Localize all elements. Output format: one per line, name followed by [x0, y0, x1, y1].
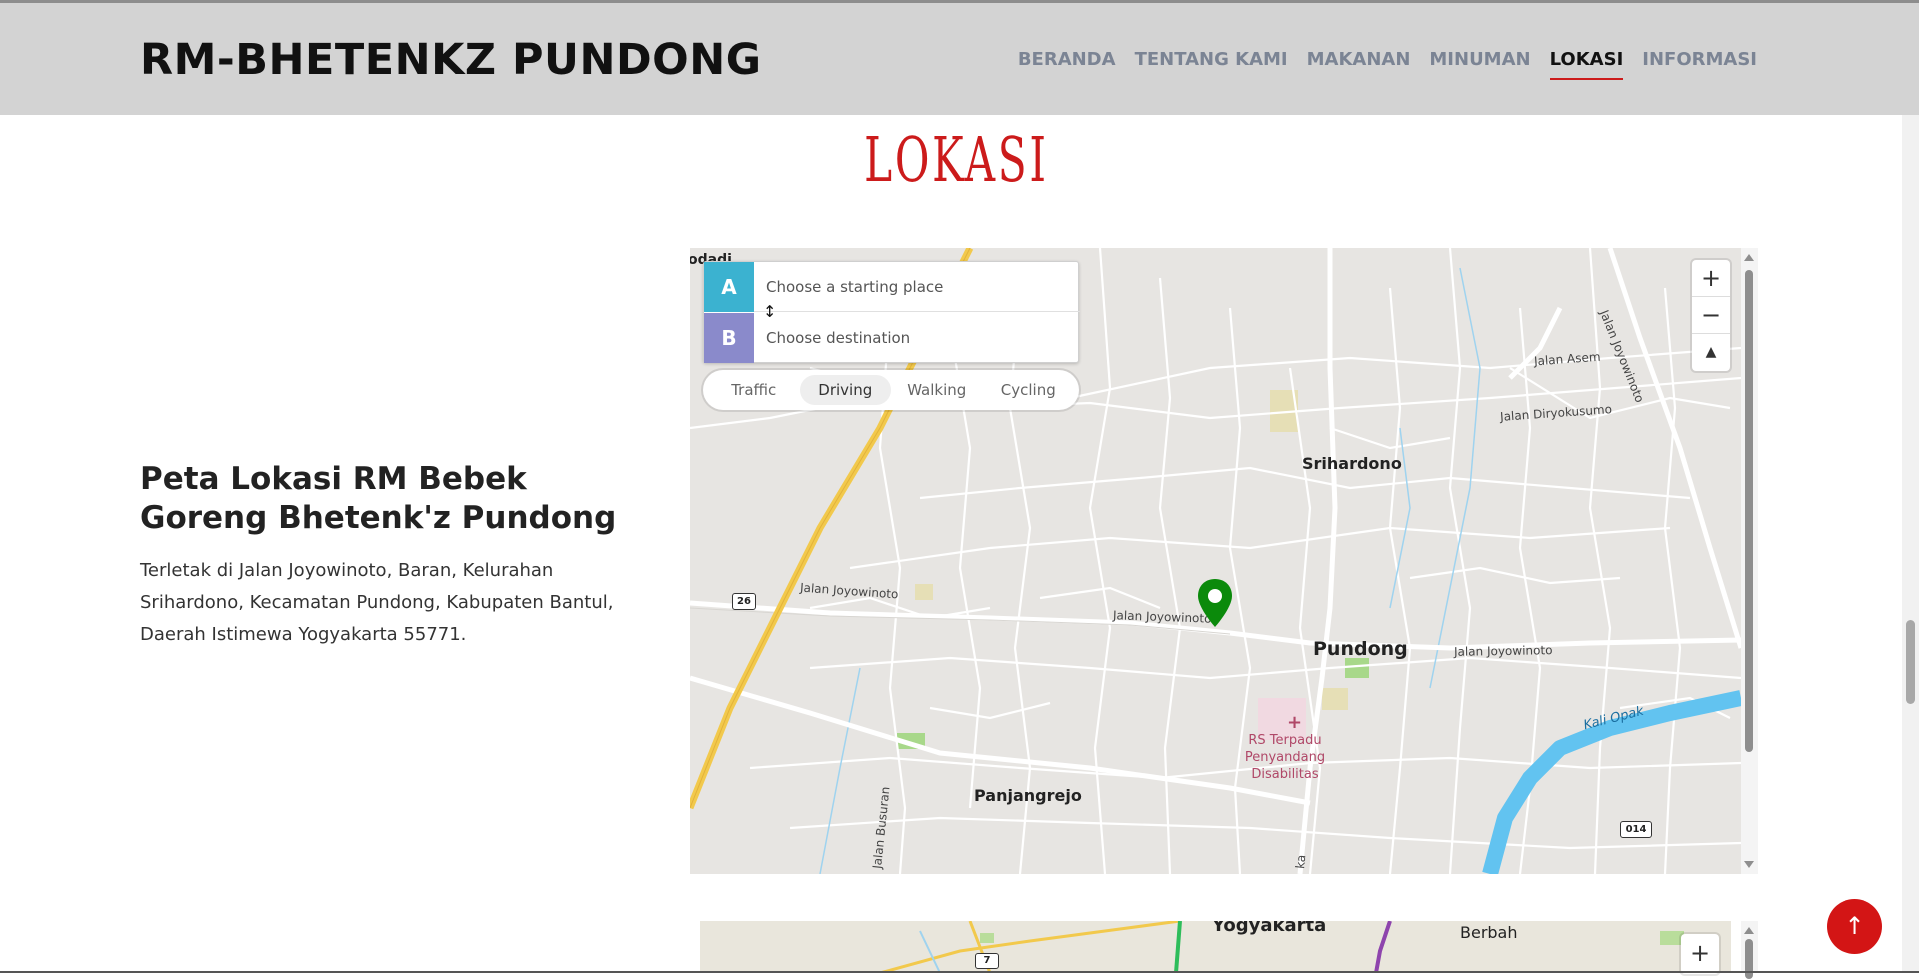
travel-mode-bar: Traffic Driving Walking Cycling — [703, 370, 1079, 410]
page-scrollbar[interactable] — [1902, 115, 1919, 973]
map-scrollbar[interactable] — [1741, 248, 1758, 874]
region-map-label-town: Berbah — [1460, 923, 1518, 942]
region-map[interactable]: Yogyakarta Berbah 7 — [700, 921, 1731, 973]
hospital-label-line2: Disabilitas — [1251, 767, 1319, 782]
region-zoom-in-button[interactable]: + — [1681, 934, 1719, 974]
scroll-thumb[interactable] — [1745, 270, 1753, 752]
location-description: Terletak di Jalan Joyowinoto, Baran, Kel… — [140, 560, 614, 645]
mode-cycling[interactable]: Cycling — [983, 375, 1075, 405]
zoom-out-button[interactable]: − — [1692, 297, 1730, 334]
region-scroll-up-icon[interactable] — [1744, 927, 1754, 934]
nav-lokasi[interactable]: LOKASI — [1549, 49, 1624, 80]
start-badge: A — [704, 262, 754, 312]
location-heading: Peta Lokasi RM Bebek Goreng Bhetenk'z Pu… — [140, 461, 617, 536]
section-title: LOKASI — [864, 123, 1049, 196]
scroll-up-icon[interactable] — [1744, 254, 1754, 261]
map-label-srihardono: Srihardono — [1302, 454, 1402, 473]
nav-tentang-kami[interactable]: TENTANG KAMI — [1135, 49, 1288, 80]
region-map-label-city: Yogyakarta — [1212, 921, 1327, 936]
start-place-input[interactable] — [766, 262, 1066, 312]
site-brand[interactable]: RM-BHETENKZ PUNDONG — [140, 35, 762, 85]
map-label-panjangrejo: Panjangrejo — [974, 786, 1082, 805]
back-to-top-button[interactable]: ↑ — [1827, 899, 1882, 954]
zoom-in-button[interactable]: + — [1692, 260, 1730, 297]
mode-traffic[interactable]: Traffic — [708, 375, 800, 405]
hospital-label-line1: RS Terpadu Penyandang — [1244, 733, 1326, 765]
mode-driving[interactable]: Driving — [799, 375, 891, 405]
road-shield-26: 26 — [732, 593, 756, 610]
destination-badge: B — [704, 313, 754, 363]
map-label-hospital: RS Terpadu Penyandang Disabilitas — [1210, 732, 1360, 783]
nav-makanan[interactable]: MAKANAN — [1307, 49, 1411, 80]
nav-beranda[interactable]: BERANDA — [1018, 49, 1116, 80]
destination-input[interactable] — [766, 313, 1066, 363]
page-scroll-thumb[interactable] — [1906, 620, 1915, 704]
map-zoom-controls: + − ▲ — [1692, 260, 1730, 371]
location-marker-icon[interactable] — [1197, 578, 1233, 628]
nav-informasi[interactable]: INFORMASI — [1642, 49, 1757, 80]
main-nav: BERANDA TENTANG KAMI MAKANAN MINUMAN LOK… — [1018, 49, 1757, 80]
hospital-icon: + — [1287, 712, 1303, 733]
map-label-edge-ka: ka — [1293, 853, 1309, 870]
region-scroll-thumb[interactable] — [1745, 939, 1753, 979]
directions-start-row: A — [704, 262, 1080, 312]
nav-minuman[interactable]: MINUMAN — [1429, 49, 1530, 80]
road-shield-014: 014 — [1620, 821, 1652, 838]
map-label-pundong: Pundong — [1313, 638, 1408, 660]
directions-dest-row: B — [704, 313, 1080, 363]
scroll-down-icon[interactable] — [1744, 861, 1754, 868]
map-label-street-joyowinoto-3: Jalan Joyowinoto — [1453, 643, 1553, 659]
directions-panel: A ↕ B — [703, 261, 1080, 363]
region-map-scrollbar[interactable] — [1741, 921, 1758, 979]
compass-button[interactable]: ▲ — [1692, 334, 1730, 371]
site-header: RM-BHETENKZ PUNDONG BERANDA TENTANG KAMI… — [0, 0, 1919, 115]
mode-walking[interactable]: Walking — [891, 375, 983, 405]
region-road-shield: 7 — [975, 953, 999, 969]
